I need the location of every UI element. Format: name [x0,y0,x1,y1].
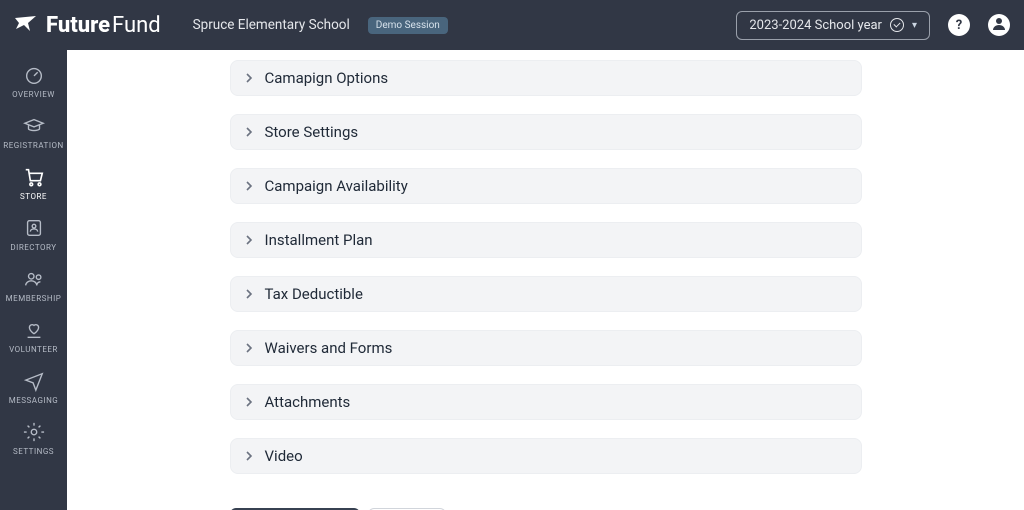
school-name: Spruce Elementary School [193,17,350,33]
help-button[interactable]: ? [948,14,970,36]
chevron-right-icon [241,448,257,464]
chevron-right-icon [241,70,257,86]
sidebar-item-settings[interactable]: SETTINGS [0,413,67,462]
accordion-title: Store Settings [265,123,359,141]
accordion-waivers-and-forms[interactable]: Waivers and Forms [230,330,862,366]
sidebar-item-label: REGISTRATION [3,141,63,150]
gauge-icon [23,64,45,86]
main-content: Camapign Options Store Settings Campaign… [67,50,1024,510]
accordion-attachments[interactable]: Attachments [230,384,862,420]
sidebar-item-label: DIRECTORY [10,243,56,252]
chevron-right-icon [241,394,257,410]
accordion-title: Installment Plan [265,231,373,249]
paper-plane-icon [23,370,45,392]
sidebar-item-overview[interactable]: OVERVIEW [0,56,67,105]
sidebar-item-registration[interactable]: REGISTRATION [0,107,67,156]
accordion-tax-deductible[interactable]: Tax Deductible [230,276,862,312]
accordion-title: Video [265,447,303,465]
sidebar-item-label: STORE [20,192,47,201]
sidebar-item-label: SETTINGS [13,447,54,456]
sidebar-item-messaging[interactable]: MESSAGING [0,362,67,411]
sidebar-item-store[interactable]: STORE [0,158,67,207]
hand-heart-icon [23,319,45,341]
check-circle-icon [890,18,904,32]
user-icon [991,15,1007,35]
chevron-right-icon [241,232,257,248]
gear-icon [23,421,45,443]
user-menu[interactable] [988,14,1010,36]
address-book-icon [23,217,45,239]
chevron-right-icon [241,340,257,356]
sidebar-item-label: MESSAGING [9,396,59,405]
chevron-right-icon [241,178,257,194]
sidebar-item-membership[interactable]: MEMBERSHIP [0,260,67,309]
brand-logo[interactable]: FutureFund [14,13,161,38]
brand-word-1: Future [46,13,110,38]
cart-icon [23,166,45,188]
accordion-title: Waivers and Forms [265,339,393,357]
accordion-store-settings[interactable]: Store Settings [230,114,862,150]
graduation-icon [23,115,45,137]
accordion-title: Campaign Availability [265,177,408,195]
paper-plane-icon [14,13,38,37]
chevron-right-icon [241,286,257,302]
school-year-select[interactable]: 2023-2024 School year ▾ [736,11,930,40]
accordion-campaign-options[interactable]: Camapign Options [230,60,862,96]
sidebar-item-directory[interactable]: DIRECTORY [0,209,67,258]
question-icon: ? [956,18,962,33]
sidebar-item-label: OVERVIEW [12,90,55,99]
sidebar-item-label: VOLUNTEER [9,345,58,354]
accordion-title: Attachments [265,393,351,411]
header: FutureFund Spruce Elementary School Demo… [0,0,1024,50]
accordion-title: Tax Deductible [265,285,363,303]
year-select-label: 2023-2024 School year [749,18,882,33]
sidebar: OVERVIEW REGISTRATION STORE [0,50,67,510]
sidebar-item-volunteer[interactable]: VOLUNTEER [0,311,67,360]
brand-word-2: Fund [112,13,161,38]
demo-badge: Demo Session [368,17,448,34]
accordion-campaign-availability[interactable]: Campaign Availability [230,168,862,204]
accordion-installment-plan[interactable]: Installment Plan [230,222,862,258]
accordion-video[interactable]: Video [230,438,862,474]
caret-down-icon: ▾ [912,20,917,31]
accordion-title: Camapign Options [265,69,389,87]
chevron-right-icon [241,124,257,140]
users-icon [23,268,45,290]
sidebar-item-label: MEMBERSHIP [6,294,62,303]
